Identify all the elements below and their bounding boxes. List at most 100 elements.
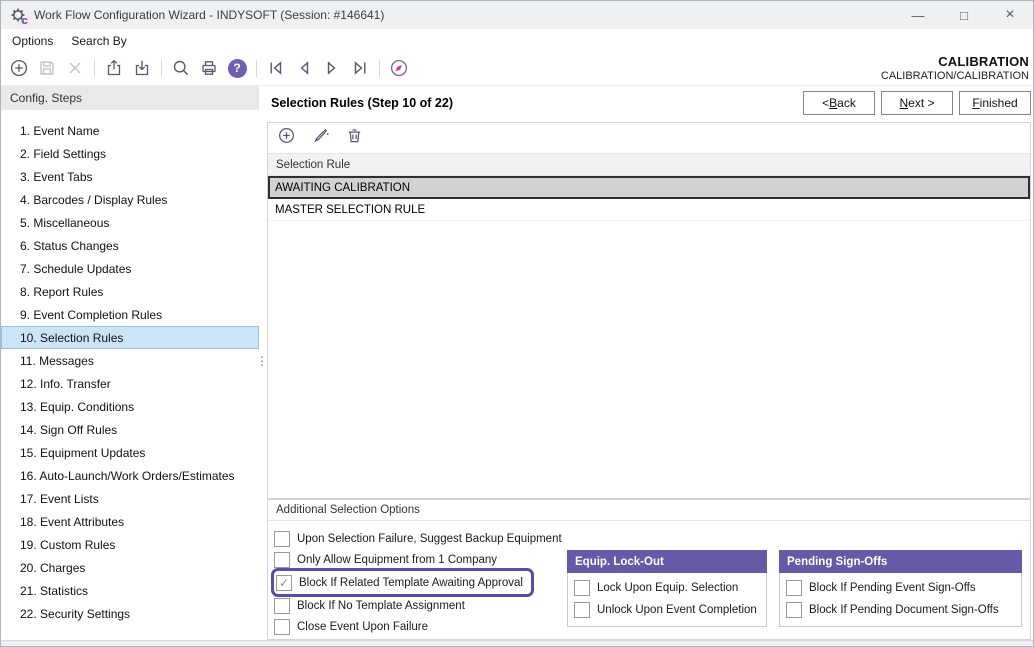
search-icon[interactable]	[169, 56, 193, 80]
maximize-icon[interactable]: □	[941, 1, 987, 29]
pending-event-signoffs-checkbox[interactable]	[786, 580, 802, 596]
app-window: c Work Flow Configuration Wizard - INDYS…	[0, 0, 1034, 647]
delete-icon[interactable]	[63, 56, 87, 80]
config-steps-sidebar: Config. Steps 1. Event Name 2. Field Set…	[1, 86, 259, 641]
sidebar-item-status-changes[interactable]: 6. Status Changes	[1, 234, 259, 257]
menu-bar: Options Search By	[1, 29, 1033, 53]
sidebar-item-info-transfer[interactable]: 12. Info. Transfer	[1, 372, 259, 395]
sidebar-item-charges[interactable]: 20. Charges	[1, 556, 259, 579]
pending-document-signoffs-checkbox[interactable]	[786, 602, 802, 618]
menu-search-by[interactable]: Search By	[62, 31, 135, 51]
equip-lockout-group: Equip. Lock-Out Lock Upon Equip. Selecti…	[567, 550, 767, 627]
next-button[interactable]: Next >	[881, 91, 953, 115]
window-body: Config. Steps 1. Event Name 2. Field Set…	[1, 85, 1033, 641]
rule-row-awaiting-calibration[interactable]: AWAITING CALIBRATION	[268, 176, 1030, 199]
export-icon[interactable]	[102, 56, 126, 80]
no-template-assignment-label: Block If No Template Assignment	[297, 600, 465, 612]
sidebar-item-event-lists[interactable]: 17. Event Lists	[1, 487, 259, 510]
title-bar: c Work Flow Configuration Wizard - INDYS…	[1, 1, 1033, 29]
main-content: Selection Rules (Step 10 of 22) < Back N…	[263, 86, 1033, 641]
sidebar-item-event-tabs[interactable]: 3. Event Tabs	[1, 165, 259, 188]
sidebar-item-auto-launch[interactable]: 16. Auto-Launch/Work Orders/Estimates	[1, 464, 259, 487]
template-awaiting-approval-checkbox[interactable]: ✓	[276, 575, 292, 591]
toolbar-separator	[256, 60, 257, 77]
sidebar-item-field-settings[interactable]: 2. Field Settings	[1, 142, 259, 165]
next-label-key: N	[899, 96, 908, 110]
add-rule-icon[interactable]	[277, 126, 296, 150]
close-icon[interactable]: ×	[987, 1, 1033, 29]
help-icon[interactable]: ?	[225, 56, 249, 80]
nav-previous-icon[interactable]	[292, 56, 316, 80]
print-icon[interactable]	[197, 56, 221, 80]
sidebar-item-security-settings[interactable]: 22. Security Settings	[1, 602, 259, 625]
sidebar-item-custom-rules[interactable]: 19. Custom Rules	[1, 533, 259, 556]
sidebar-item-equip-conditions[interactable]: 13. Equip. Conditions	[1, 395, 259, 418]
close-event-checkbox[interactable]	[274, 619, 290, 635]
one-company-checkbox[interactable]	[274, 552, 290, 568]
back-label-rest: ack	[837, 96, 856, 110]
nav-next-icon[interactable]	[320, 56, 344, 80]
additional-options-header: Additional Selection Options	[268, 500, 1030, 521]
checkbox-row-suggest-backup: Upon Selection Failure, Suggest Backup E…	[274, 528, 562, 549]
additional-options-panel: Additional Selection Options Upon Select…	[267, 499, 1031, 640]
pending-event-signoffs-label: Block If Pending Event Sign-Offs	[809, 582, 976, 594]
sidebar-item-event-name[interactable]: 1. Event Name	[1, 119, 259, 142]
column-header-selection-rule[interactable]: Selection Rule	[268, 153, 1030, 176]
sidebar-item-barcodes[interactable]: 4. Barcodes / Display Rules	[1, 188, 259, 211]
sidebar-item-equipment-updates[interactable]: 15. Equipment Updates	[1, 441, 259, 464]
selection-rules-toolbar	[268, 123, 1030, 153]
sidebar-item-selection-rules[interactable]: 10. Selection Rules	[1, 326, 259, 349]
toolbar-separator	[379, 60, 380, 77]
sidebar-item-messages[interactable]: 11. Messages	[1, 349, 259, 372]
suggest-backup-label: Upon Selection Failure, Suggest Backup E…	[297, 533, 562, 545]
nav-last-icon[interactable]	[348, 56, 372, 80]
save-icon[interactable]	[35, 56, 59, 80]
context-title: CALIBRATION	[881, 54, 1029, 69]
additional-options-content: Upon Selection Failure, Suggest Backup E…	[268, 521, 1030, 637]
checkbox-row-unlock-upon-completion: Unlock Upon Event Completion	[574, 599, 757, 621]
template-awaiting-approval-label: Block If Related Template Awaiting Appro…	[299, 577, 523, 589]
window-controls: — □ ×	[895, 1, 1033, 29]
import-icon[interactable]	[130, 56, 154, 80]
sidebar-item-event-attributes[interactable]: 18. Event Attributes	[1, 510, 259, 533]
suggest-backup-checkbox[interactable]	[274, 531, 290, 547]
equip-lockout-header: Equip. Lock-Out	[567, 550, 767, 573]
nav-first-icon[interactable]	[264, 56, 288, 80]
no-template-assignment-checkbox[interactable]	[274, 598, 290, 614]
checkbox-row-template-awaiting-approval: ✓ Block If Related Template Awaiting App…	[276, 572, 523, 593]
rule-row-master-selection-rule[interactable]: MASTER SELECTION RULE	[268, 199, 1030, 221]
equip-lockout-body: Lock Upon Equip. Selection Unlock Upon E…	[567, 573, 767, 627]
sidebar-item-event-completion-rules[interactable]: 9. Event Completion Rules	[1, 303, 259, 326]
pending-signoffs-group: Pending Sign-Offs Block If Pending Event…	[779, 550, 1022, 627]
context-block: CALIBRATION CALIBRATION/CALIBRATION	[881, 54, 1029, 82]
delete-rule-trash-icon[interactable]	[345, 126, 364, 150]
lock-upon-selection-checkbox[interactable]	[574, 580, 590, 596]
checkbox-row-one-company: Only Allow Equipment from 1 Company	[274, 549, 497, 570]
navigator-compass-icon[interactable]	[387, 56, 411, 80]
selection-rules-panel: Selection Rule AWAITING CALIBRATION MAST…	[267, 122, 1031, 499]
wizard-nav-buttons: < Back Next > Finished	[803, 91, 1031, 115]
menu-options[interactable]: Options	[3, 31, 62, 51]
check-glyph: ✓	[279, 576, 289, 590]
unlock-upon-completion-checkbox[interactable]	[574, 602, 590, 618]
add-icon[interactable]	[7, 56, 31, 80]
sidebar-item-report-rules[interactable]: 8. Report Rules	[1, 280, 259, 303]
checkbox-row-no-template-assignment: Block If No Template Assignment	[274, 595, 465, 616]
highlighted-option: ✓ Block If Related Template Awaiting App…	[271, 568, 534, 597]
context-subtitle: CALIBRATION/CALIBRATION	[881, 70, 1029, 82]
back-button[interactable]: < Back	[803, 91, 875, 115]
sidebar-item-sign-off-rules[interactable]: 14. Sign Off Rules	[1, 418, 259, 441]
back-label-pre: <	[822, 96, 829, 110]
page-title: Selection Rules (Step 10 of 22)	[271, 96, 453, 110]
edit-rule-wand-icon[interactable]	[311, 126, 330, 150]
sidebar-item-schedule-updates[interactable]: 7. Schedule Updates	[1, 257, 259, 280]
finished-button[interactable]: Finished	[959, 91, 1031, 115]
toolbar-separator	[94, 60, 95, 77]
back-label-key: B	[829, 96, 837, 110]
help-glyph: ?	[228, 59, 247, 78]
minimize-icon[interactable]: —	[895, 1, 941, 29]
sidebar-item-statistics[interactable]: 21. Statistics	[1, 579, 259, 602]
window-bottom-edge	[1, 640, 1033, 646]
sidebar-item-miscellaneous[interactable]: 5. Miscellaneous	[1, 211, 259, 234]
app-logo-gear-icon: c	[10, 7, 26, 23]
